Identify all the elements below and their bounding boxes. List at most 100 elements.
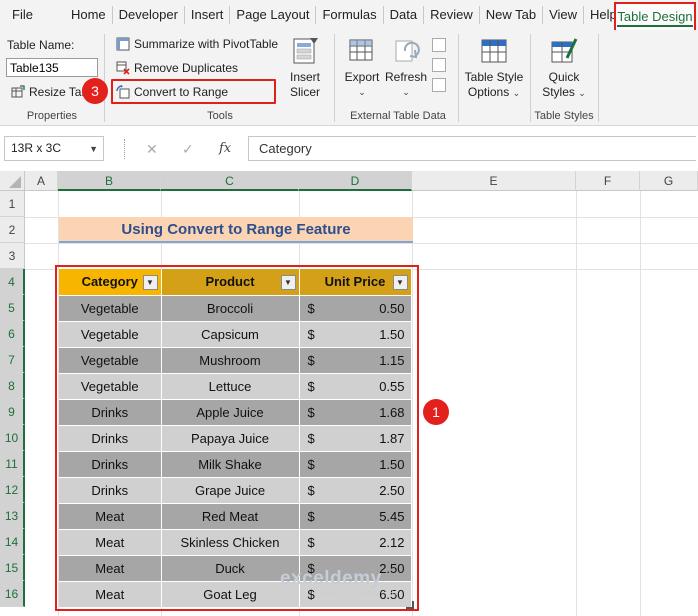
column-header-e[interactable]: E — [412, 171, 576, 191]
name-box-value: 13R x 3C — [11, 141, 62, 155]
open-in-browser-icon[interactable] — [432, 58, 446, 72]
tab-table-design[interactable]: Table Design — [614, 2, 696, 32]
refresh-button[interactable]: Refresh ⌄ — [384, 36, 428, 100]
quick-styles-icon — [551, 38, 578, 63]
export-chevron-icon: ⌄ — [358, 87, 366, 97]
table-style-options-chevron-icon: ⌄ — [512, 88, 521, 98]
row-header-9[interactable]: 9 — [0, 399, 25, 425]
gridline — [576, 191, 577, 616]
refresh-icon — [395, 40, 420, 62]
slicer-icon — [293, 38, 318, 64]
row-header-12[interactable]: 12 — [0, 477, 25, 503]
formula-bar-grip[interactable] — [124, 139, 126, 159]
refresh-chevron-icon: ⌄ — [402, 87, 410, 97]
column-header-f[interactable]: F — [576, 171, 640, 191]
table-style-options-icon — [481, 39, 507, 63]
row-header-4[interactable]: 4 — [0, 269, 25, 295]
tab-developer[interactable]: Developer — [113, 0, 184, 30]
tab-file[interactable]: File — [0, 0, 53, 30]
select-all-corner[interactable] — [0, 171, 25, 191]
tab-new-tab[interactable]: New Tab — [480, 0, 542, 30]
table-name-input[interactable] — [6, 58, 98, 77]
formula-input[interactable]: Category — [248, 136, 696, 161]
tab-table-design-label: Table Design — [617, 9, 693, 27]
sheet-title[interactable]: Using Convert to Range Feature — [59, 217, 413, 243]
quick-styles-label-2: Styles — [542, 85, 575, 99]
column-header-a[interactable]: A — [25, 171, 58, 191]
insert-slicer-label-1: Insert — [289, 70, 320, 84]
tab-view[interactable]: View — [543, 0, 583, 30]
enter-icon[interactable]: ✓ — [182, 141, 194, 158]
remove-duplicates-button[interactable]: Remove Duplicates — [116, 58, 238, 78]
formula-bar: 13R x 3C ▼ ✕ ✓ fx Category — [0, 126, 698, 170]
gridline — [640, 191, 641, 616]
row-header-7[interactable]: 7 — [0, 347, 25, 373]
row-header-15[interactable]: 15 — [0, 555, 25, 581]
row-header-10[interactable]: 10 — [0, 425, 25, 451]
column-header-b[interactable]: B — [58, 171, 161, 191]
name-box[interactable]: 13R x 3C ▼ — [4, 136, 104, 161]
tab-page-layout[interactable]: Page Layout — [230, 0, 315, 30]
gridline — [25, 243, 698, 244]
row-header-11[interactable]: 11 — [0, 451, 25, 477]
row-header-2[interactable]: 2 — [0, 217, 25, 243]
ribbon: Table Name: Resize Tab Properties Summar… — [0, 30, 698, 126]
row-header-1[interactable]: 1 — [0, 191, 25, 217]
insert-slicer-label-2: Slicer — [289, 85, 320, 99]
column-header-c[interactable]: C — [161, 171, 299, 191]
table-style-options-button[interactable]: Table Style Options ⌄ — [462, 36, 526, 101]
ribbon-tab-bar: File Home Developer Insert Page Layout F… — [0, 0, 698, 30]
group-label-properties: Properties — [26, 110, 78, 122]
column-header-g[interactable]: G — [640, 171, 698, 191]
tab-insert[interactable]: Insert — [185, 0, 230, 30]
watermark-tagline: EXCEL · DATA · BI — [314, 590, 399, 597]
row-header-16[interactable]: 16 — [0, 581, 25, 607]
row-header-14[interactable]: 14 — [0, 529, 25, 555]
tab-home[interactable]: Home — [53, 0, 112, 30]
table-properties-icon[interactable] — [432, 38, 446, 52]
quick-styles-chevron-icon: ⌄ — [578, 88, 586, 98]
resize-table-label: Resize Tab — [29, 85, 89, 99]
remove-duplicates-label: Remove Duplicates — [134, 61, 239, 75]
group-label-tools: Tools — [207, 110, 233, 122]
cancel-icon[interactable]: ✕ — [146, 141, 158, 158]
row-header-3[interactable]: 3 — [0, 243, 25, 269]
group-label-table-styles: Table Styles — [534, 110, 594, 122]
summarize-pivottable-button[interactable]: Summarize with PivotTable — [116, 34, 278, 54]
step-badge-3: 3 — [82, 78, 108, 104]
export-label: Export — [344, 70, 380, 84]
table-resize-handle[interactable] — [406, 601, 414, 609]
pivottable-icon — [116, 37, 130, 51]
group-separator — [334, 34, 335, 122]
tab-review[interactable]: Review — [424, 0, 479, 30]
group-separator — [458, 34, 459, 122]
resize-table-icon — [11, 85, 25, 99]
row-header-5[interactable]: 5 — [0, 295, 25, 321]
group-label-external-table-data: External Table Data — [350, 110, 446, 122]
quick-styles-button[interactable]: Quick Styles ⌄ — [536, 36, 592, 101]
group-separator — [598, 34, 599, 122]
worksheet-grid: A B C D E F G 1 2 3 4 5 6 7 8 9 10 11 12… — [0, 171, 698, 616]
unlink-icon[interactable] — [432, 78, 446, 92]
resize-table-button[interactable]: Resize Tab — [11, 82, 88, 102]
insert-function-icon[interactable]: fx — [219, 141, 231, 156]
tab-formulas[interactable]: Formulas — [316, 0, 382, 30]
watermark-logo: exceldemy — [280, 568, 382, 589]
step-badge-1: 1 — [423, 399, 449, 425]
remove-duplicates-icon — [116, 61, 130, 75]
summarize-pivottable-label: Summarize with PivotTable — [134, 37, 279, 51]
name-box-dropdown-icon[interactable]: ▼ — [89, 138, 98, 161]
group-separator — [104, 34, 105, 122]
export-icon — [349, 39, 373, 61]
group-separator — [530, 34, 531, 122]
convert-to-range-highlight — [111, 79, 276, 104]
tab-data[interactable]: Data — [384, 0, 423, 30]
export-button[interactable]: Export ⌄ — [342, 36, 382, 100]
row-header-13[interactable]: 13 — [0, 503, 25, 529]
insert-slicer-button[interactable]: Insert Slicer — [283, 36, 327, 100]
row-header-6[interactable]: 6 — [0, 321, 25, 347]
refresh-label: Refresh — [384, 70, 428, 84]
table-style-options-label-1: Table Style — [464, 70, 524, 84]
row-header-8[interactable]: 8 — [0, 373, 25, 399]
column-header-d[interactable]: D — [299, 171, 412, 191]
